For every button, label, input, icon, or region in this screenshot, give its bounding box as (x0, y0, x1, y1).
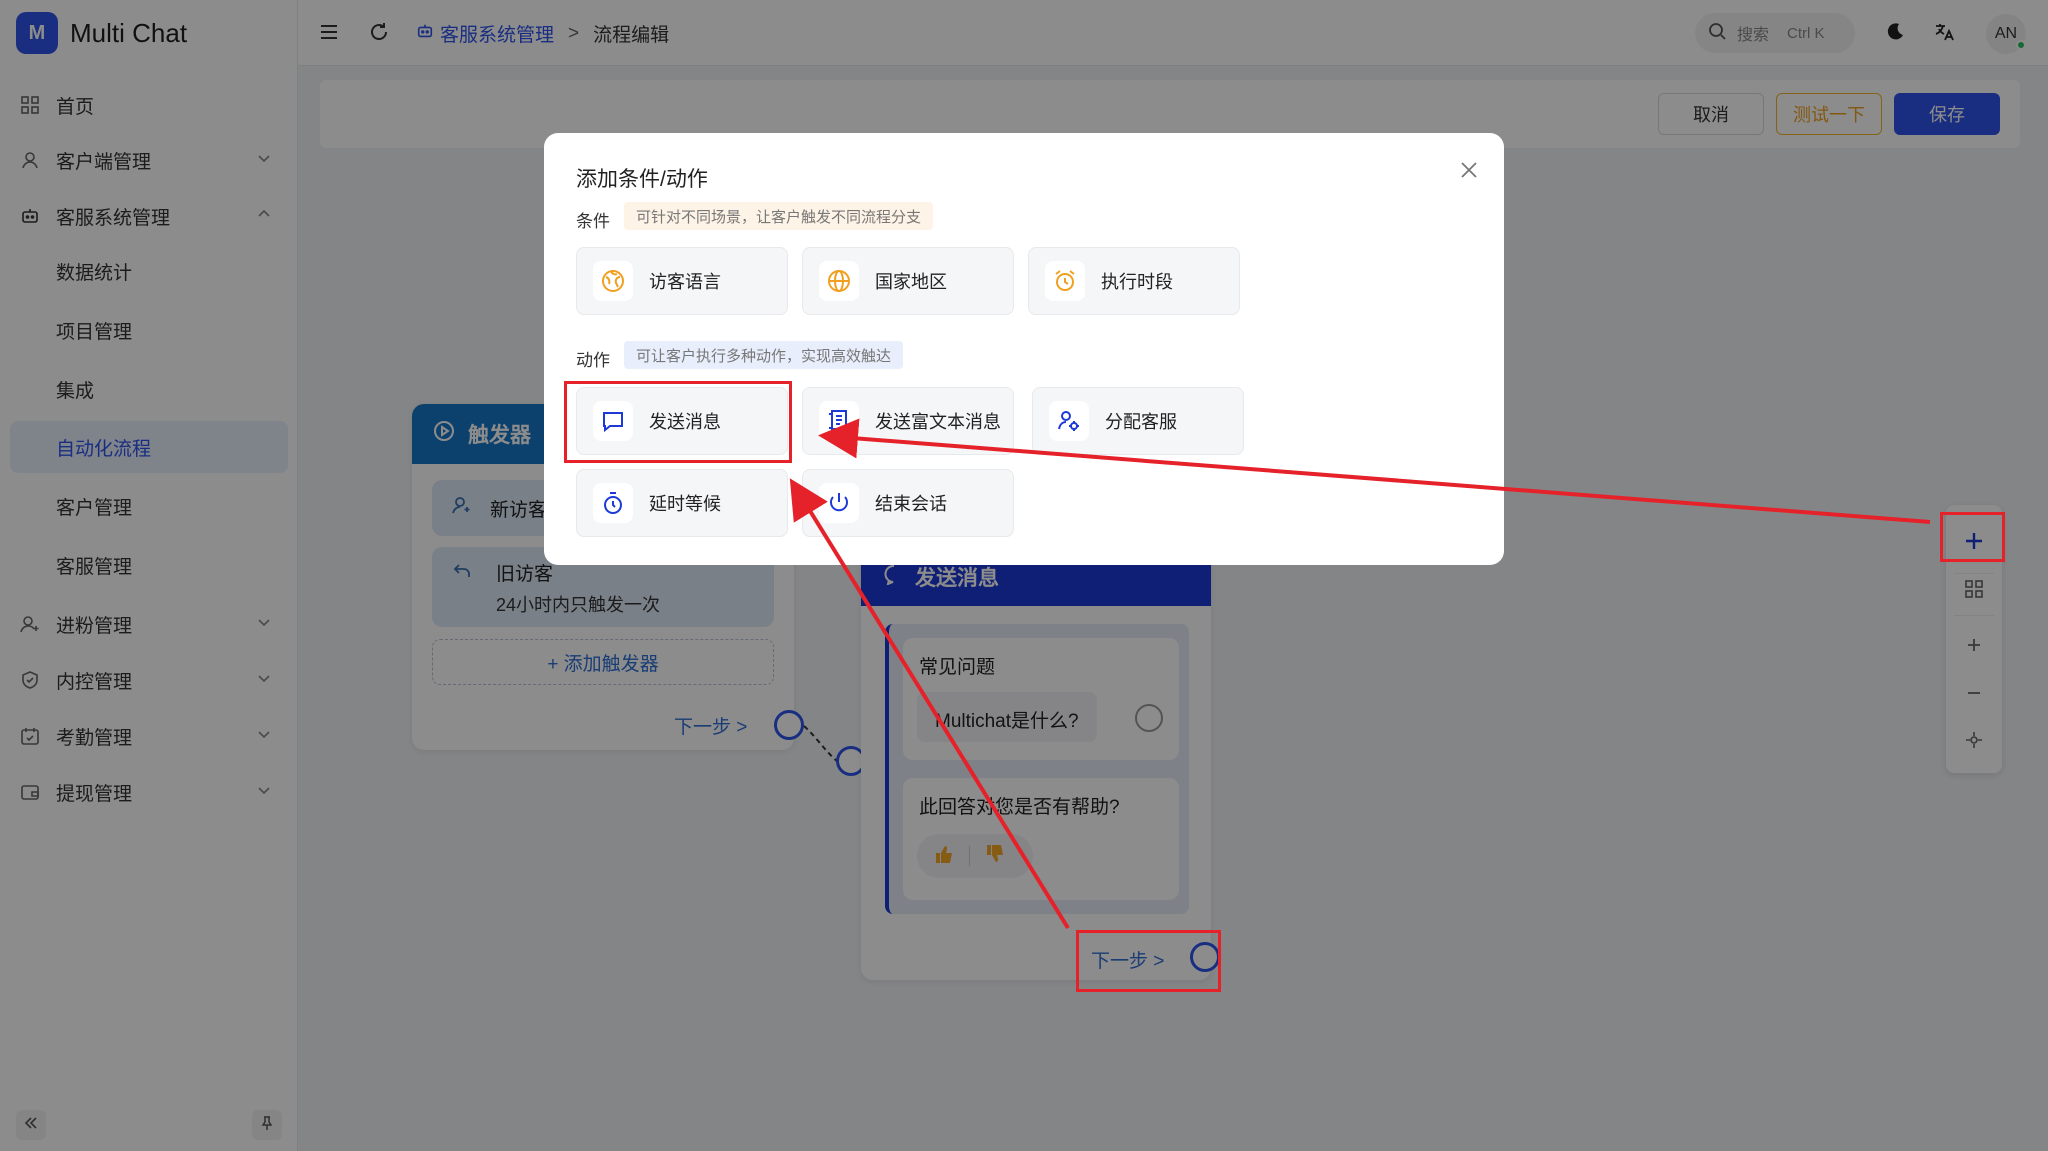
arrow-next-to-option (789, 478, 1070, 930)
annotation-arrows (789, 418, 1931, 930)
arrow-plus-to-dialog (818, 418, 1931, 524)
